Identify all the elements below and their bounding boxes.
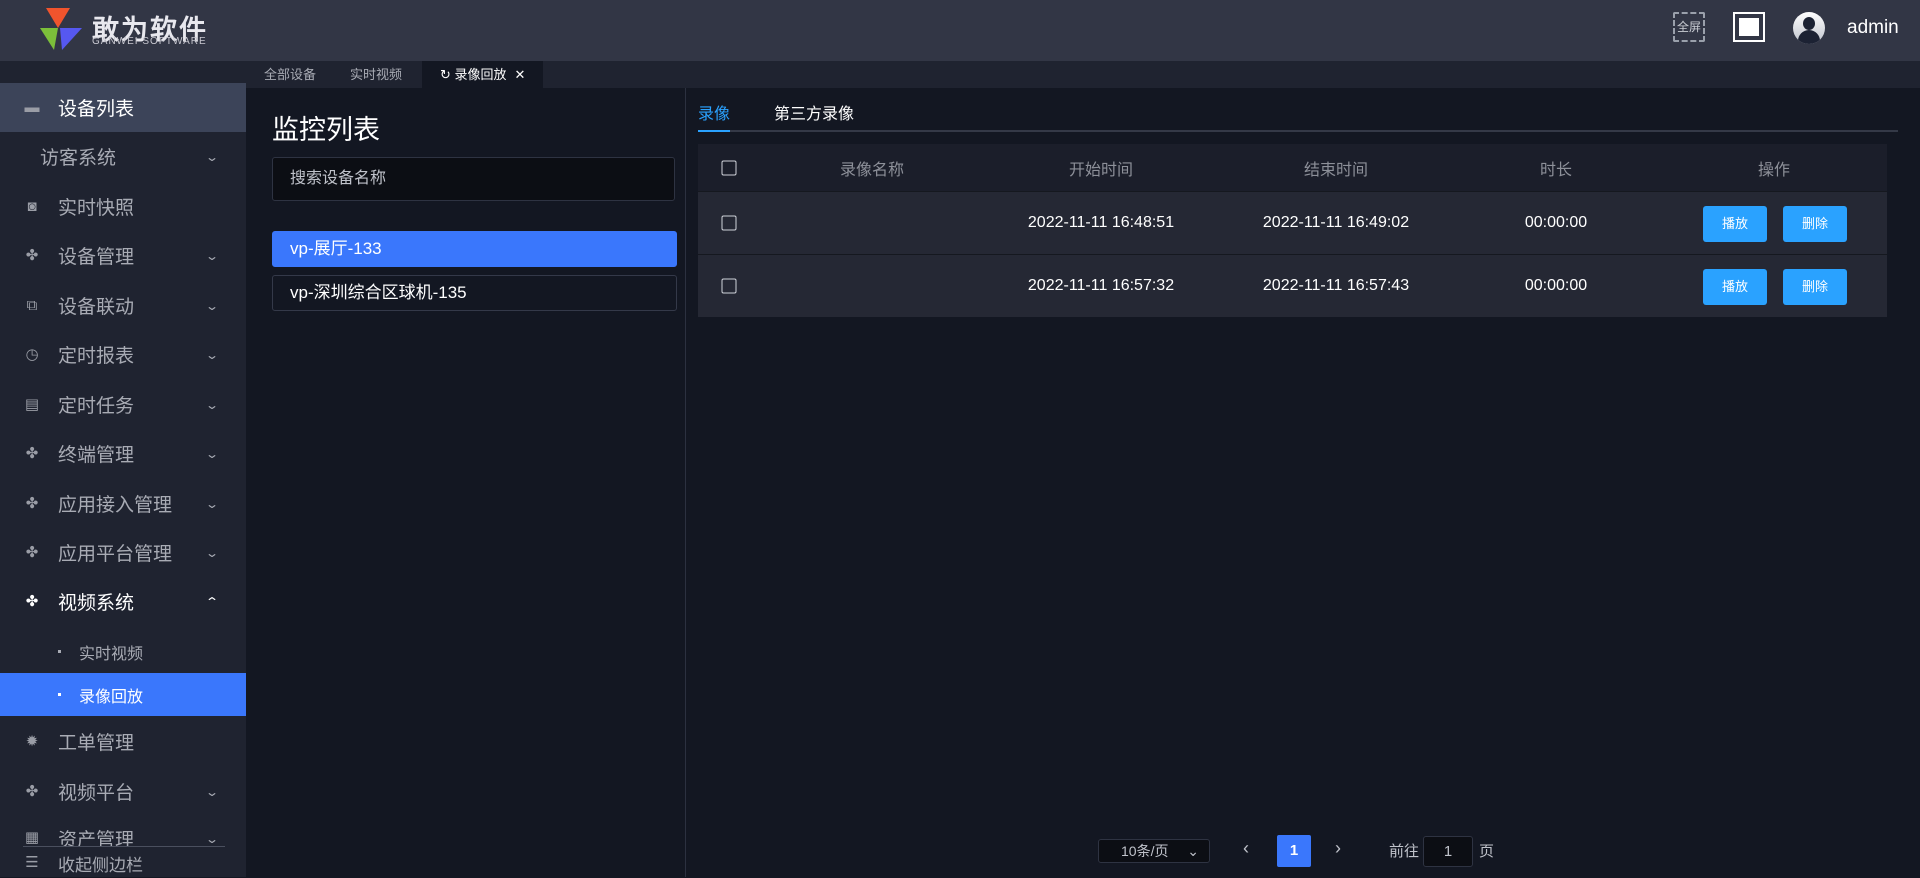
delete-button[interactable]: 删除 — [1783, 206, 1847, 242]
sidebar-item-visitor[interactable]: 访客系统 ⌄ — [0, 132, 246, 181]
play-button[interactable]: 播放 — [1703, 206, 1767, 242]
tab-recordings[interactable]: 录像 — [698, 100, 730, 124]
grid-icon: ✤ — [25, 444, 39, 462]
page-title: 监控列表 — [272, 115, 380, 145]
chevron-down-icon: ⌄ — [204, 784, 220, 799]
page-tabs: 全部设备 实时视频 ↻ 录像回放 ✕ — [246, 61, 1920, 88]
link-icon: ⧉ — [26, 296, 38, 314]
grid-icon: ✤ — [25, 246, 39, 264]
close-icon[interactable]: ✕ — [515, 67, 526, 82]
monitor-icon: ▬ — [24, 98, 40, 116]
task-icon: ▤ — [24, 395, 40, 413]
table-header: 录像名称 开始时间 结束时间 时长 操作 — [698, 144, 1887, 191]
page-size-select[interactable]: 10条/页 ⌄ — [1098, 839, 1210, 863]
next-page-button[interactable]: › — [1335, 838, 1341, 859]
sidebar-item-app-access[interactable]: ✤ 应用接入管理 ⌄ — [0, 479, 246, 528]
table-row: 2022-11-11 16:57:32 2022-11-11 16:57:43 … — [698, 254, 1887, 317]
sidebar-item-snapshot[interactable]: ◙ 实时快照 — [0, 182, 246, 231]
device-item[interactable]: vp-深圳综合区球机-135 — [272, 275, 677, 311]
sidebar-subitem-playback[interactable]: 录像回放 — [0, 673, 246, 716]
grid-icon: ✤ — [25, 494, 39, 512]
sidebar-item-video-platform[interactable]: ✤ 视频平台 ⌄ — [0, 767, 246, 816]
fullscreen-text-button[interactable]: 全屏 — [1673, 12, 1705, 42]
prev-page-button[interactable]: ‹ — [1243, 838, 1249, 859]
chevron-down-icon: ⌄ — [204, 496, 220, 511]
play-button[interactable]: 播放 — [1703, 269, 1767, 305]
delete-button[interactable]: 删除 — [1783, 269, 1847, 305]
avatar[interactable] — [1793, 12, 1825, 44]
screen-icon — [1739, 18, 1759, 36]
chevron-down-icon: ⌄ — [204, 248, 220, 263]
chevron-up-icon: ⌃ — [204, 594, 220, 609]
chevron-down-icon: ⌄ — [204, 397, 220, 412]
sidebar-item-report[interactable]: ◷ 定时报表 ⌄ — [0, 330, 246, 379]
chevron-down-icon: ⌄ — [204, 298, 220, 313]
grid-icon: ✤ — [25, 543, 39, 561]
grid-icon: ✤ — [25, 782, 39, 800]
username[interactable]: admin — [1847, 17, 1899, 39]
active-tab-indicator — [698, 130, 730, 132]
chevron-down-icon: ⌄ — [1187, 843, 1199, 859]
fullscreen-label: 全屏 — [1676, 20, 1701, 34]
screen-mode-button[interactable] — [1733, 12, 1765, 42]
sidebar-subitem-live-video[interactable]: 实时视频 — [0, 627, 246, 676]
sidebar-item-terminal[interactable]: ✤ 终端管理 ⌄ — [0, 429, 246, 478]
goto-page-input[interactable]: 1 — [1423, 836, 1473, 867]
chevron-down-icon: ⌄ — [204, 446, 220, 461]
sidebar-item-task[interactable]: ▤ 定时任务 ⌄ — [0, 380, 246, 429]
sidebar-item-app-platform[interactable]: ✤ 应用平台管理 ⌄ — [0, 528, 246, 577]
device-item[interactable]: vp-展厅-133 — [272, 231, 677, 267]
top-header: 敢为软件 GANWEI SOFTWARE 全屏 admin — [0, 0, 1920, 61]
chevron-down-icon: ⌄ — [204, 347, 220, 362]
tab-third-party-recordings[interactable]: 第三方录像 — [774, 100, 854, 124]
pagination: 10条/页 ⌄ ‹ 1 › 前往 1 页 — [0, 830, 1920, 870]
monitor-panel — [246, 88, 686, 877]
sidebar-item-linkage[interactable]: ⧉ 设备联动 ⌄ — [0, 281, 246, 330]
timer-icon: ◷ — [25, 345, 39, 363]
row-checkbox[interactable] — [721, 215, 737, 231]
search-input[interactable] — [272, 157, 675, 201]
select-all-checkbox[interactable] — [721, 160, 737, 175]
logo-icon — [40, 8, 82, 50]
tab-live-video[interactable]: 实时视频 — [332, 61, 420, 88]
camera-icon: ◙ — [27, 197, 37, 215]
table-row: 2022-11-11 16:48:51 2022-11-11 16:49:02 … — [698, 191, 1887, 254]
row-checkbox[interactable] — [721, 278, 737, 294]
grid-icon: ✤ — [25, 592, 39, 610]
sidebar-item-device-mgmt[interactable]: ✤ 设备管理 ⌄ — [0, 231, 246, 280]
page-1-button[interactable]: 1 — [1277, 835, 1311, 867]
sidebar-item-work-order[interactable]: ✹ 工单管理 — [0, 717, 246, 766]
gear-icon: ✹ — [25, 732, 39, 750]
sidebar: ▬ 设备列表 访客系统 ⌄ ◙ 实时快照 ✤ 设备管理 ⌄ ⧉ 设备联动 ⌄ ◷ 定时报表 ⌄ ▤… — [0, 61, 246, 877]
sidebar-item-video-system[interactable]: ✤ 视频系统 ⌃ — [0, 577, 246, 626]
tab-all-devices[interactable]: 全部设备 — [246, 61, 334, 88]
sidebar-item-device-list[interactable]: ▬ 设备列表 — [0, 83, 246, 132]
tab-playback[interactable]: ↻ 录像回放 ✕ — [422, 61, 544, 88]
refresh-icon[interactable]: ↻ — [440, 67, 455, 82]
brand-subtitle: GANWEI SOFTWARE — [92, 36, 207, 47]
chevron-down-icon: ⌄ — [204, 149, 220, 164]
chevron-down-icon: ⌄ — [204, 545, 220, 560]
